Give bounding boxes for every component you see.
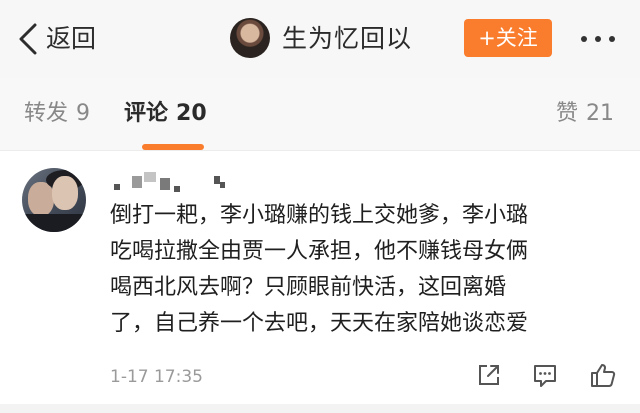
tab-bar: 转发 9 评论 20 赞 21 [0, 78, 640, 150]
comment-timestamp: 1-17 17:35 [110, 367, 203, 387]
comment-line: 吃喝拉撒全由贾一人承担，他不赚钱母女俩 [110, 239, 529, 264]
more-dots-icon[interactable] [575, 30, 621, 46]
back-button[interactable]: 返回 [18, 22, 96, 56]
tab-like-label: 赞 [555, 101, 578, 126]
comment-line: 倒打一耙，李小璐赚的钱上交她爹，李小璐 [110, 203, 529, 228]
tab-like[interactable]: 赞 21 [556, 99, 614, 129]
back-label: 返回 [46, 24, 97, 53]
user-avatar[interactable] [230, 18, 270, 58]
tab-like-count: 21 [586, 101, 614, 126]
tab-repost[interactable]: 转发 9 [24, 99, 90, 129]
commenter-name-redacted[interactable] [110, 170, 260, 196]
comment-line: 喝西北风去啊？只顾眼前快活，这回离婚 [110, 275, 507, 300]
tab-repost-count: 9 [76, 101, 91, 126]
thumbs-up-icon[interactable] [590, 362, 616, 388]
comment-body: 倒打一耙，李小璐赚的钱上交她爹，李小璐 吃喝拉撒全由贾一人承担，他不赚钱母女俩 … [110, 198, 630, 342]
divider [0, 150, 640, 151]
commenter-avatar[interactable] [22, 168, 86, 232]
page-title[interactable]: 生为忆回以 [282, 22, 412, 56]
tab-comment[interactable]: 评论 20 [124, 99, 207, 129]
reply-icon[interactable] [532, 362, 558, 388]
comment-separator [0, 404, 640, 413]
share-icon[interactable] [476, 362, 502, 388]
comment-line: 了，自己养一个去吧，天天在家陪她谈恋爱 [110, 311, 529, 336]
tab-comment-label: 评论 [124, 101, 169, 126]
tab-comment-count: 20 [176, 101, 207, 126]
chevron-left-icon [19, 23, 37, 55]
follow-button[interactable]: +关注 [464, 19, 552, 57]
top-navbar: 返回 生为忆回以 +关注 [0, 0, 640, 78]
tab-repost-label: 转发 [24, 101, 69, 126]
